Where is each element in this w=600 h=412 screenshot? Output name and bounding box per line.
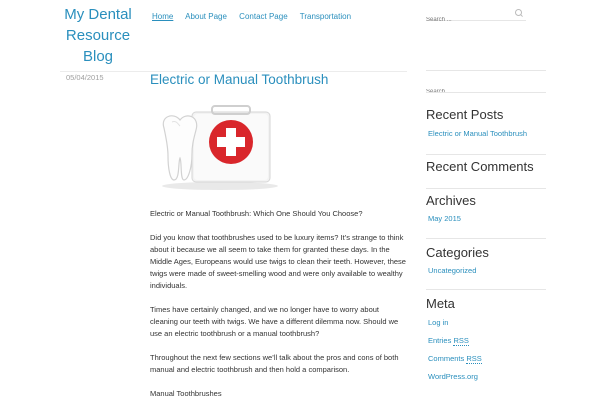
- post-paragraph: Did you know that toothbrushes used to b…: [150, 233, 406, 290]
- archives-title: Archives: [426, 193, 476, 208]
- header-search: [426, 8, 526, 23]
- post-paragraph: Throughout the next few sections we’ll t…: [150, 353, 399, 374]
- sidebar-divider: [426, 188, 546, 189]
- site-title-line: Resource: [65, 27, 131, 44]
- category-link[interactable]: Uncategorized: [428, 266, 476, 275]
- search-icon[interactable]: [515, 9, 522, 16]
- meta-login-link[interactable]: Log in: [428, 318, 448, 327]
- site-title[interactable]: My Dental Resource Blog: [60, 4, 136, 67]
- sidebar-search: [426, 80, 546, 95]
- recent-post-link[interactable]: Electric or Manual Toothbrush: [428, 129, 527, 138]
- post-paragraph: Electric or Manual Toothbrush: Which One…: [150, 209, 363, 218]
- meta-comments-rss-link[interactable]: Comments RSS: [428, 354, 482, 364]
- sidebar-divider: [426, 289, 546, 290]
- tooth-first-aid-kit-image: [162, 105, 278, 190]
- post-title[interactable]: Electric or Manual Toothbrush: [150, 72, 328, 87]
- sidebar-divider: [426, 70, 546, 71]
- sidebar-divider: [426, 154, 546, 155]
- link-text: Entries: [428, 336, 454, 345]
- post-date[interactable]: 05/04/2015: [66, 73, 104, 82]
- meta-title: Meta: [426, 296, 455, 311]
- site-title-line: My Dental: [64, 6, 132, 23]
- recent-comments-title: Recent Comments: [426, 159, 534, 174]
- archive-link[interactable]: May 2015: [428, 214, 461, 223]
- meta-wordpress-link[interactable]: WordPress.org: [428, 372, 478, 381]
- nav-item-home[interactable]: Home: [152, 12, 173, 21]
- nav-item-about[interactable]: About Page: [185, 12, 227, 21]
- recent-posts-title: Recent Posts: [426, 107, 504, 122]
- nav-item-transportation[interactable]: Transportation: [300, 12, 351, 21]
- post-subheading: Manual Toothbrushes: [150, 389, 222, 398]
- header-search-input[interactable]: [426, 17, 512, 23]
- rss-abbr: RSS: [466, 354, 482, 364]
- post-paragraph: Times have certainly changed, and we no …: [150, 305, 399, 338]
- site-title-line: Blog: [82, 48, 114, 65]
- meta-entries-rss-link[interactable]: Entries RSS: [428, 336, 469, 346]
- link-text: Comments: [428, 354, 467, 363]
- rss-abbr: RSS: [453, 336, 469, 346]
- nav-item-contact[interactable]: Contact Page: [239, 12, 287, 21]
- sidebar-divider: [426, 92, 546, 93]
- post-content: Electric or Manual Toothbrush: Which One…: [150, 208, 408, 412]
- sidebar-divider: [426, 238, 546, 239]
- main-navigation: Home About Page Contact Page Transportat…: [152, 12, 361, 21]
- categories-title: Categories: [426, 245, 489, 260]
